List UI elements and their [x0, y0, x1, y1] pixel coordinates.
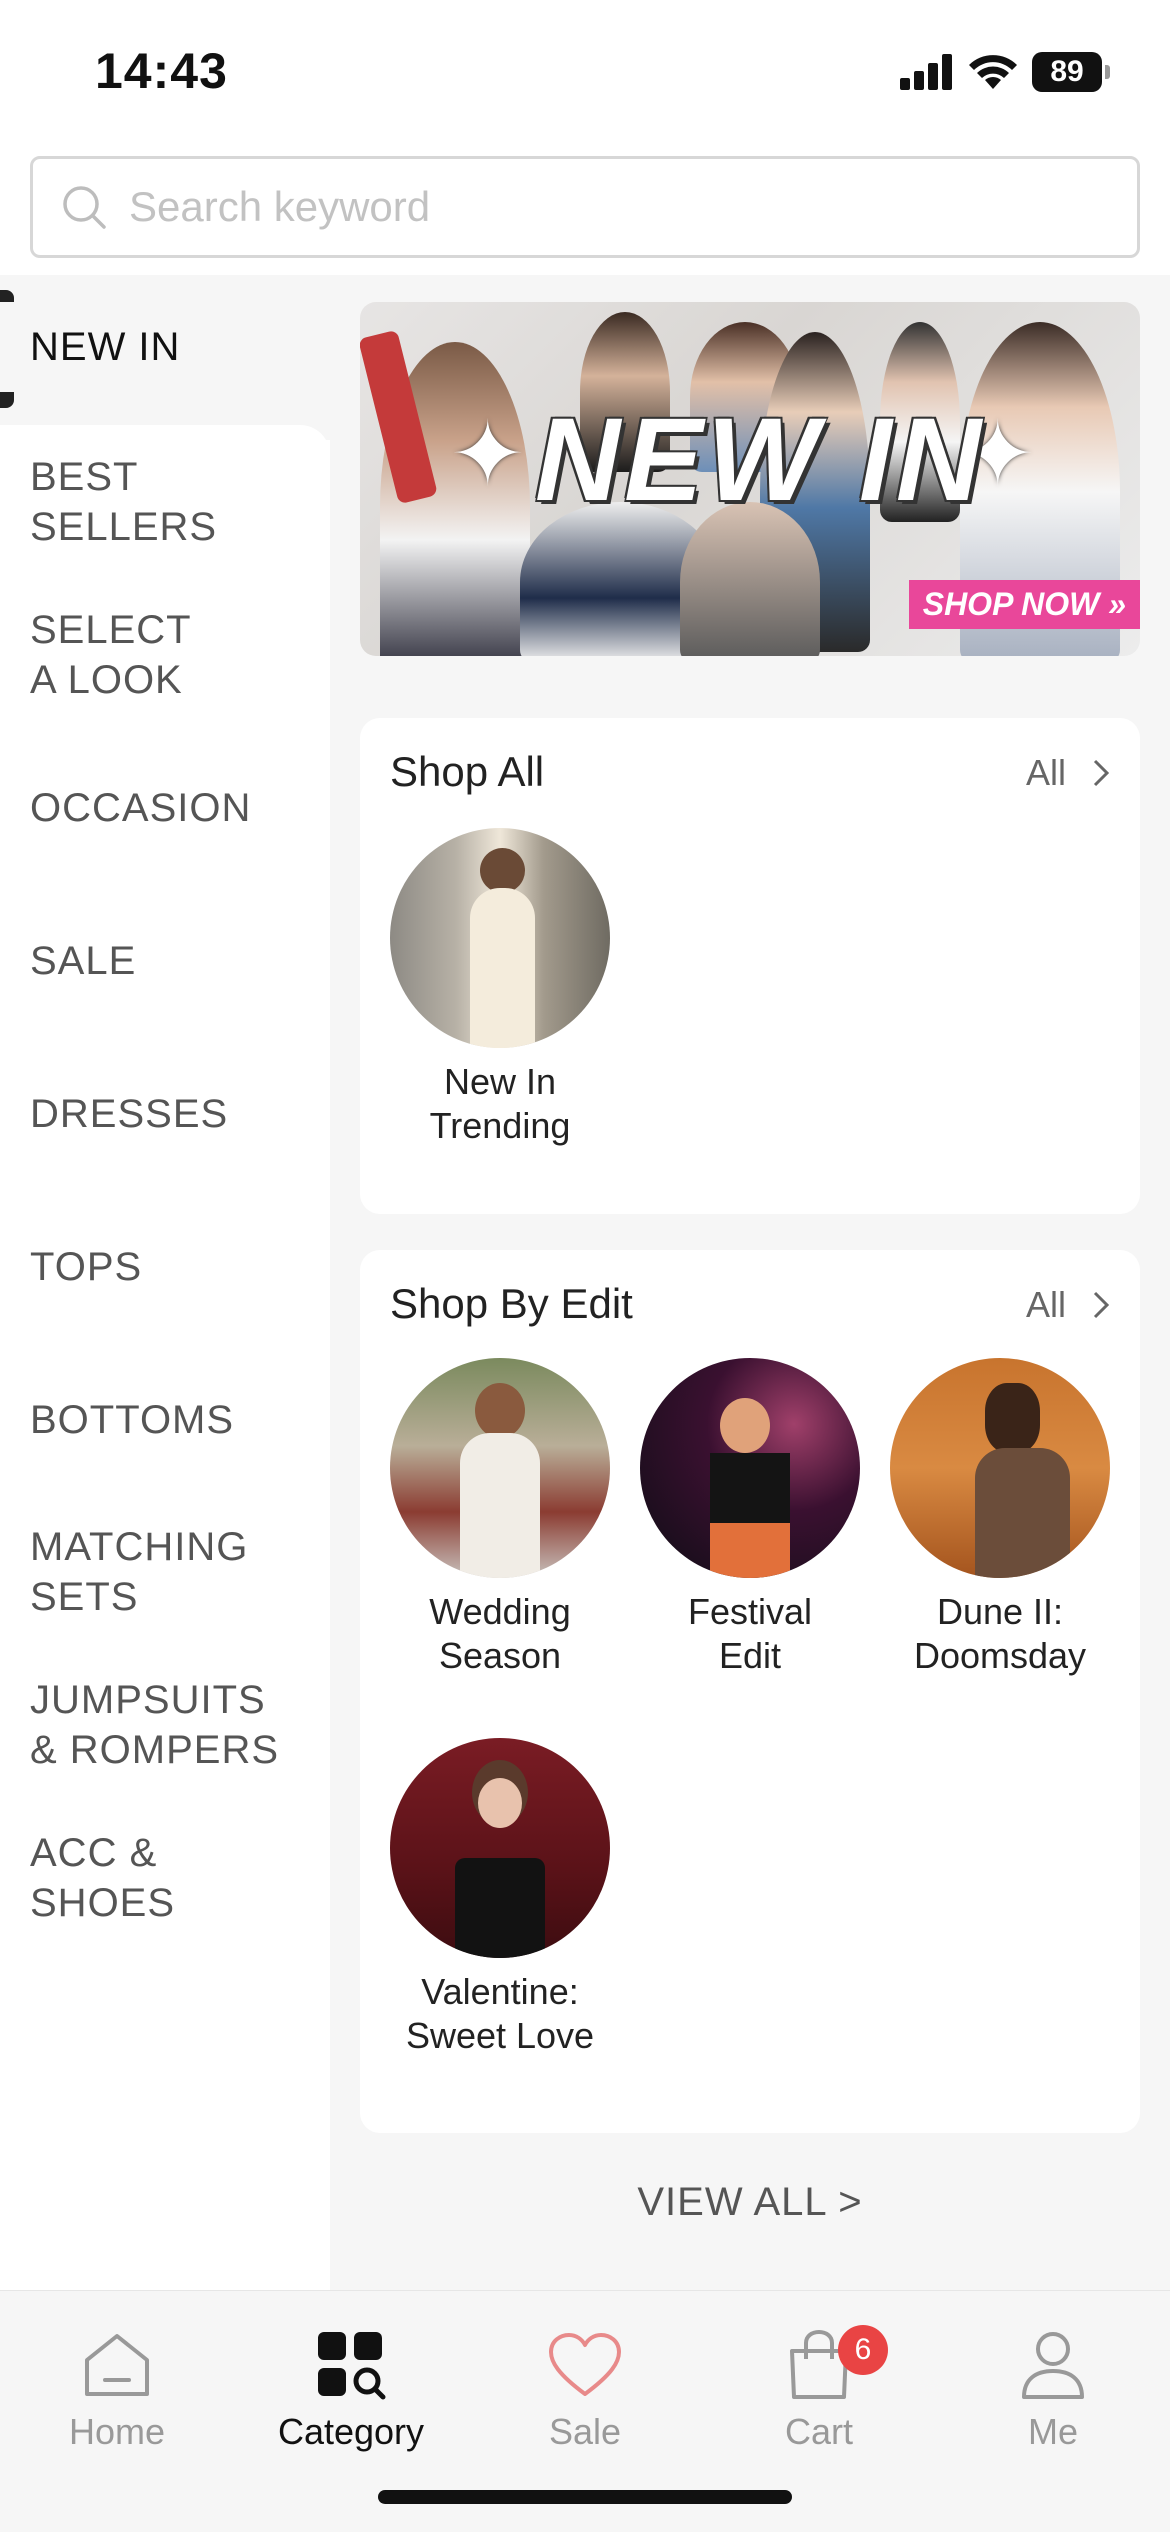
search-icon	[63, 186, 106, 229]
tile-dune-doomsday[interactable]: Dune II: Doomsday	[880, 1358, 1120, 1678]
battery-level: 89	[1032, 52, 1102, 92]
home-icon	[85, 2334, 149, 2396]
person-icon	[1022, 2332, 1084, 2399]
home-indicator	[378, 2490, 792, 2504]
heart-icon	[549, 2333, 621, 2396]
cart-badge: 6	[838, 2325, 888, 2375]
sidebar-item-new-in[interactable]: NEW IN	[0, 302, 330, 392]
tile-label: Dune II: Doomsday	[913, 1591, 1087, 1676]
shop-all-title: Shop All	[390, 748, 545, 795]
sidebar-item-sale[interactable]: SALE	[0, 936, 330, 986]
category-icon	[318, 2332, 386, 2400]
shop-by-edit-title: Shop By Edit	[390, 1280, 633, 1327]
tile-new-in-trending[interactable]: New In Trending	[380, 828, 620, 1148]
tile-image	[890, 1358, 1110, 1578]
shop-by-edit-view-all[interactable]: All	[1026, 1284, 1110, 1326]
tile-image	[640, 1358, 860, 1578]
sidebar-item-tops[interactable]: TOPS	[0, 1242, 330, 1292]
new-in-banner[interactable]: ✦ ✦ NEW IN SHOP NOW »	[360, 302, 1140, 656]
sidebar-item-jumpsuits-rompers[interactable]: JUMPSUITS & ROMPERS	[0, 1675, 330, 1775]
sidebar-item-acc-shoes[interactable]: ACC & SHOES	[0, 1828, 330, 1928]
battery-icon: 89	[1032, 52, 1110, 92]
tab-sale[interactable]: Sale	[468, 2325, 702, 2453]
sidebar-item-occasion[interactable]: OCCASION	[0, 783, 330, 833]
tile-image	[390, 828, 610, 1048]
sidebar-item-select-a-look[interactable]: SELECT A LOOK	[0, 605, 330, 705]
chevron-right-icon	[1093, 759, 1110, 787]
tile-label: Festival Edit	[687, 1591, 813, 1676]
shop-all-view-all[interactable]: All	[1026, 752, 1110, 794]
status-bar: 14:43 89	[0, 0, 1170, 140]
sidebar-item-matching-sets[interactable]: MATCHING SETS	[0, 1522, 330, 1622]
sidebar-item-best-sellers[interactable]: BEST SELLERS	[0, 452, 330, 552]
view-all-link[interactable]: VIEW ALL >	[360, 2180, 1140, 2225]
tile-festival-edit[interactable]: Festival Edit	[630, 1358, 870, 1678]
shop-now-button[interactable]: SHOP NOW »	[908, 580, 1140, 629]
tile-image	[390, 1358, 610, 1578]
search-bar[interactable]	[30, 156, 1140, 258]
shop-by-edit-card: Shop By Edit All Wedding Season Festival…	[360, 1250, 1140, 2133]
sidebar-item-bottoms[interactable]: BOTTOMS	[0, 1395, 330, 1445]
signal-icon	[900, 54, 952, 90]
tab-me[interactable]: Me	[936, 2325, 1170, 2453]
wifi-icon	[969, 55, 1017, 89]
tile-image	[390, 1738, 610, 1958]
status-icons: 89	[900, 52, 1110, 92]
banner-title: NEW IN	[534, 394, 986, 526]
sidebar-panel	[0, 440, 330, 2290]
tab-home[interactable]: Home	[0, 2325, 234, 2453]
tab-category[interactable]: Category	[234, 2325, 468, 2453]
tab-cart[interactable]: 6 Cart	[702, 2325, 936, 2453]
tile-label: New In Trending	[429, 1061, 571, 1146]
shop-all-card: Shop All All New In Trending	[360, 718, 1140, 1214]
chevron-right-icon	[1093, 1291, 1110, 1319]
status-time: 14:43	[95, 43, 228, 99]
tile-label: Valentine: Sweet Love	[405, 1971, 595, 2056]
sidebar-item-dresses[interactable]: DRESSES	[0, 1089, 330, 1139]
tile-wedding-season[interactable]: Wedding Season	[380, 1358, 620, 1678]
search-input[interactable]	[129, 183, 1029, 231]
tile-valentine-sweet-love[interactable]: Valentine: Sweet Love	[380, 1738, 620, 2058]
tile-label: Wedding Season	[429, 1591, 571, 1676]
